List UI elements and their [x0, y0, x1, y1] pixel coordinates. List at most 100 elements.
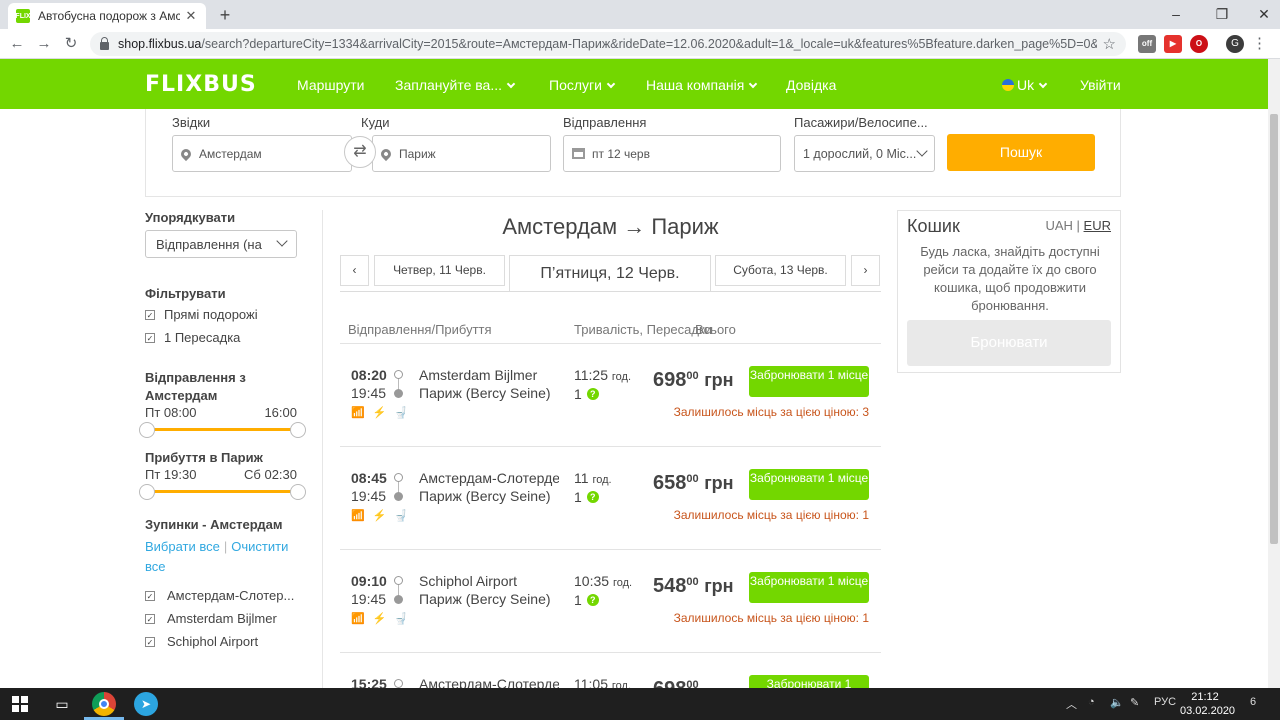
checkbox-checked-icon[interactable]: ✓: [145, 309, 155, 320]
departure-time: 09:10: [351, 573, 387, 589]
windows-start-icon[interactable]: [12, 696, 28, 712]
transfer-count[interactable]: 1?: [574, 489, 599, 505]
departure-station[interactable]: Амстердам-Слотердейк: [419, 470, 559, 486]
login-link[interactable]: Увійти: [1080, 77, 1121, 93]
chevron-down-icon: [606, 79, 616, 89]
bookmark-star-icon[interactable]: ☆: [1103, 35, 1116, 53]
scrollbar-thumb[interactable]: [1270, 114, 1278, 544]
stop-item[interactable]: ✓ Амстердам-Слотер...: [145, 584, 315, 607]
seats-left: Залишилось місць за цією ціною: 1: [673, 508, 869, 522]
prev-day-arrow[interactable]: ‹: [340, 255, 369, 286]
route-end-dot: [394, 492, 403, 501]
transfer-count[interactable]: 1?: [574, 386, 599, 402]
reload-icon[interactable]: ↻: [60, 33, 82, 55]
telegram-icon[interactable]: ➤: [134, 692, 158, 716]
passengers-select[interactable]: 1 дорослий, 0 Міс...: [794, 135, 935, 172]
book-button[interactable]: Забронювати 1 місце: [749, 366, 869, 397]
arrival-range-values: Пт 19:30 Сб 02:30: [145, 467, 297, 482]
currency-uah[interactable]: UAH: [1045, 218, 1072, 233]
slider-handle-min[interactable]: [139, 422, 155, 438]
pen-icon[interactable]: ✎: [1130, 696, 1139, 709]
extension-off-icon[interactable]: off: [1138, 35, 1156, 53]
address-bar[interactable]: shop.flixbus.ua/search?departureCity=133…: [90, 32, 1126, 56]
browser-menu-icon[interactable]: ⋮: [1252, 34, 1267, 54]
tab-prev-day[interactable]: Четвер, 11 Черв.: [374, 255, 505, 286]
browser-tab[interactable]: FLIX Автобусна подорож з Амстерд... ✕: [8, 3, 206, 29]
tab-next-day[interactable]: Субота, 13 Черв.: [715, 255, 846, 286]
amenities: 📶 ⚡ 🚽: [351, 406, 408, 419]
task-view-icon[interactable]: ▭: [50, 692, 74, 716]
arrival-station[interactable]: Париж (Bercy Seine): [419, 385, 551, 401]
network-icon[interactable]: ◔: [1088, 696, 1095, 708]
route-end-dot: [394, 389, 403, 398]
close-tab-icon[interactable]: ✕: [184, 8, 198, 24]
from-input[interactable]: Амстердам: [172, 135, 352, 172]
search-button[interactable]: Пошук: [947, 134, 1095, 171]
chrome-icon[interactable]: [92, 692, 116, 716]
currency-eur[interactable]: EUR: [1084, 218, 1111, 233]
stop-item[interactable]: ✓ Amsterdam Bijlmer: [145, 607, 315, 630]
question-icon[interactable]: ?: [586, 388, 599, 400]
page-scrollbar[interactable]: [1268, 59, 1280, 688]
date-input[interactable]: пт 12 черв: [563, 135, 781, 172]
departure-slider[interactable]: [139, 422, 306, 438]
book-button[interactable]: Забронювати 1: [749, 675, 869, 688]
passengers-label: Пасажири/Велосипе...: [794, 115, 928, 130]
sort-select[interactable]: Відправлення (на: [145, 230, 297, 258]
to-input[interactable]: Париж: [372, 135, 551, 172]
language-selector[interactable]: Uk: [1002, 77, 1048, 93]
tray-chevron-icon[interactable]: ︿: [1066, 696, 1077, 712]
back-icon[interactable]: ←: [6, 33, 28, 55]
toilet-icon: 🚽: [394, 510, 409, 522]
route-title: Амстердам → Париж: [502, 214, 719, 239]
close-window-icon[interactable]: ✕: [1249, 4, 1279, 24]
checkout-button[interactable]: Бронювати: [907, 320, 1111, 366]
nav-company[interactable]: Наша компанія: [646, 77, 758, 93]
flixbus-logo[interactable]: FLIXBUS: [145, 72, 257, 97]
tab-active-day[interactable]: П’ятниця, 12 Черв.: [509, 255, 711, 292]
notifications-icon[interactable]: 6: [1250, 696, 1256, 708]
departure-station[interactable]: Amsterdam Bijlmer: [419, 367, 559, 383]
nav-help[interactable]: Довідка: [786, 77, 836, 93]
tabs-underline: [340, 291, 881, 292]
forward-icon[interactable]: →: [33, 33, 55, 55]
amenities: 📶 ⚡ 🚽: [351, 509, 408, 522]
route-start-dot: [394, 370, 403, 379]
swap-cities-button[interactable]: ⇄: [344, 136, 376, 168]
question-icon[interactable]: ?: [586, 491, 599, 503]
arrival-station[interactable]: Париж (Bercy Seine): [419, 591, 551, 607]
checkbox-checked-icon[interactable]: ✓: [145, 613, 155, 624]
checkbox-checked-icon[interactable]: ✓: [145, 590, 155, 601]
system-clock[interactable]: 21:12 03.02.2020: [1180, 690, 1235, 718]
select-all-link[interactable]: Вибрати все: [145, 539, 220, 554]
checkbox-checked-icon[interactable]: ✓: [145, 636, 155, 647]
nav-routes[interactable]: Маршрути: [297, 77, 364, 93]
transfer-count[interactable]: 1?: [574, 592, 599, 608]
stop-item[interactable]: ✓ Schiphol Airport: [145, 630, 315, 653]
nav-services[interactable]: Послуги: [549, 77, 616, 93]
nav-plan[interactable]: Заплануйте ва...: [395, 77, 516, 93]
slider-handle-max[interactable]: [290, 422, 306, 438]
input-language[interactable]: РУС: [1154, 696, 1176, 708]
profile-avatar[interactable]: G: [1226, 35, 1244, 53]
opera-icon[interactable]: O: [1190, 35, 1208, 53]
book-button[interactable]: Забронювати 1 місце: [749, 572, 869, 603]
minimize-icon[interactable]: –: [1161, 4, 1191, 24]
filter-one-transfer[interactable]: ✓ 1 Пересадка: [145, 326, 315, 349]
filter-direct[interactable]: ✓ Прямі подорожі: [145, 303, 315, 326]
maximize-icon[interactable]: ❐: [1207, 4, 1237, 24]
next-day-arrow[interactable]: ›: [851, 255, 880, 286]
question-icon[interactable]: ?: [586, 594, 599, 606]
departure-station[interactable]: Амстердам-Слотердейк: [419, 676, 559, 688]
checkbox-checked-icon[interactable]: ✓: [145, 332, 155, 343]
volume-icon[interactable]: 🔈: [1110, 696, 1124, 709]
departure-station[interactable]: Schiphol Airport: [419, 573, 559, 589]
arrival-station[interactable]: Париж (Bercy Seine): [419, 488, 551, 504]
slider-handle-max[interactable]: [290, 484, 306, 500]
slider-handle-min[interactable]: [139, 484, 155, 500]
arrival-slider[interactable]: [139, 484, 306, 500]
book-button[interactable]: Забронювати 1 місце: [749, 469, 869, 500]
extension-video-icon[interactable]: ▶: [1164, 35, 1182, 53]
new-tab-icon[interactable]: +: [214, 5, 236, 25]
trip-price: 69800 грн: [653, 369, 734, 391]
